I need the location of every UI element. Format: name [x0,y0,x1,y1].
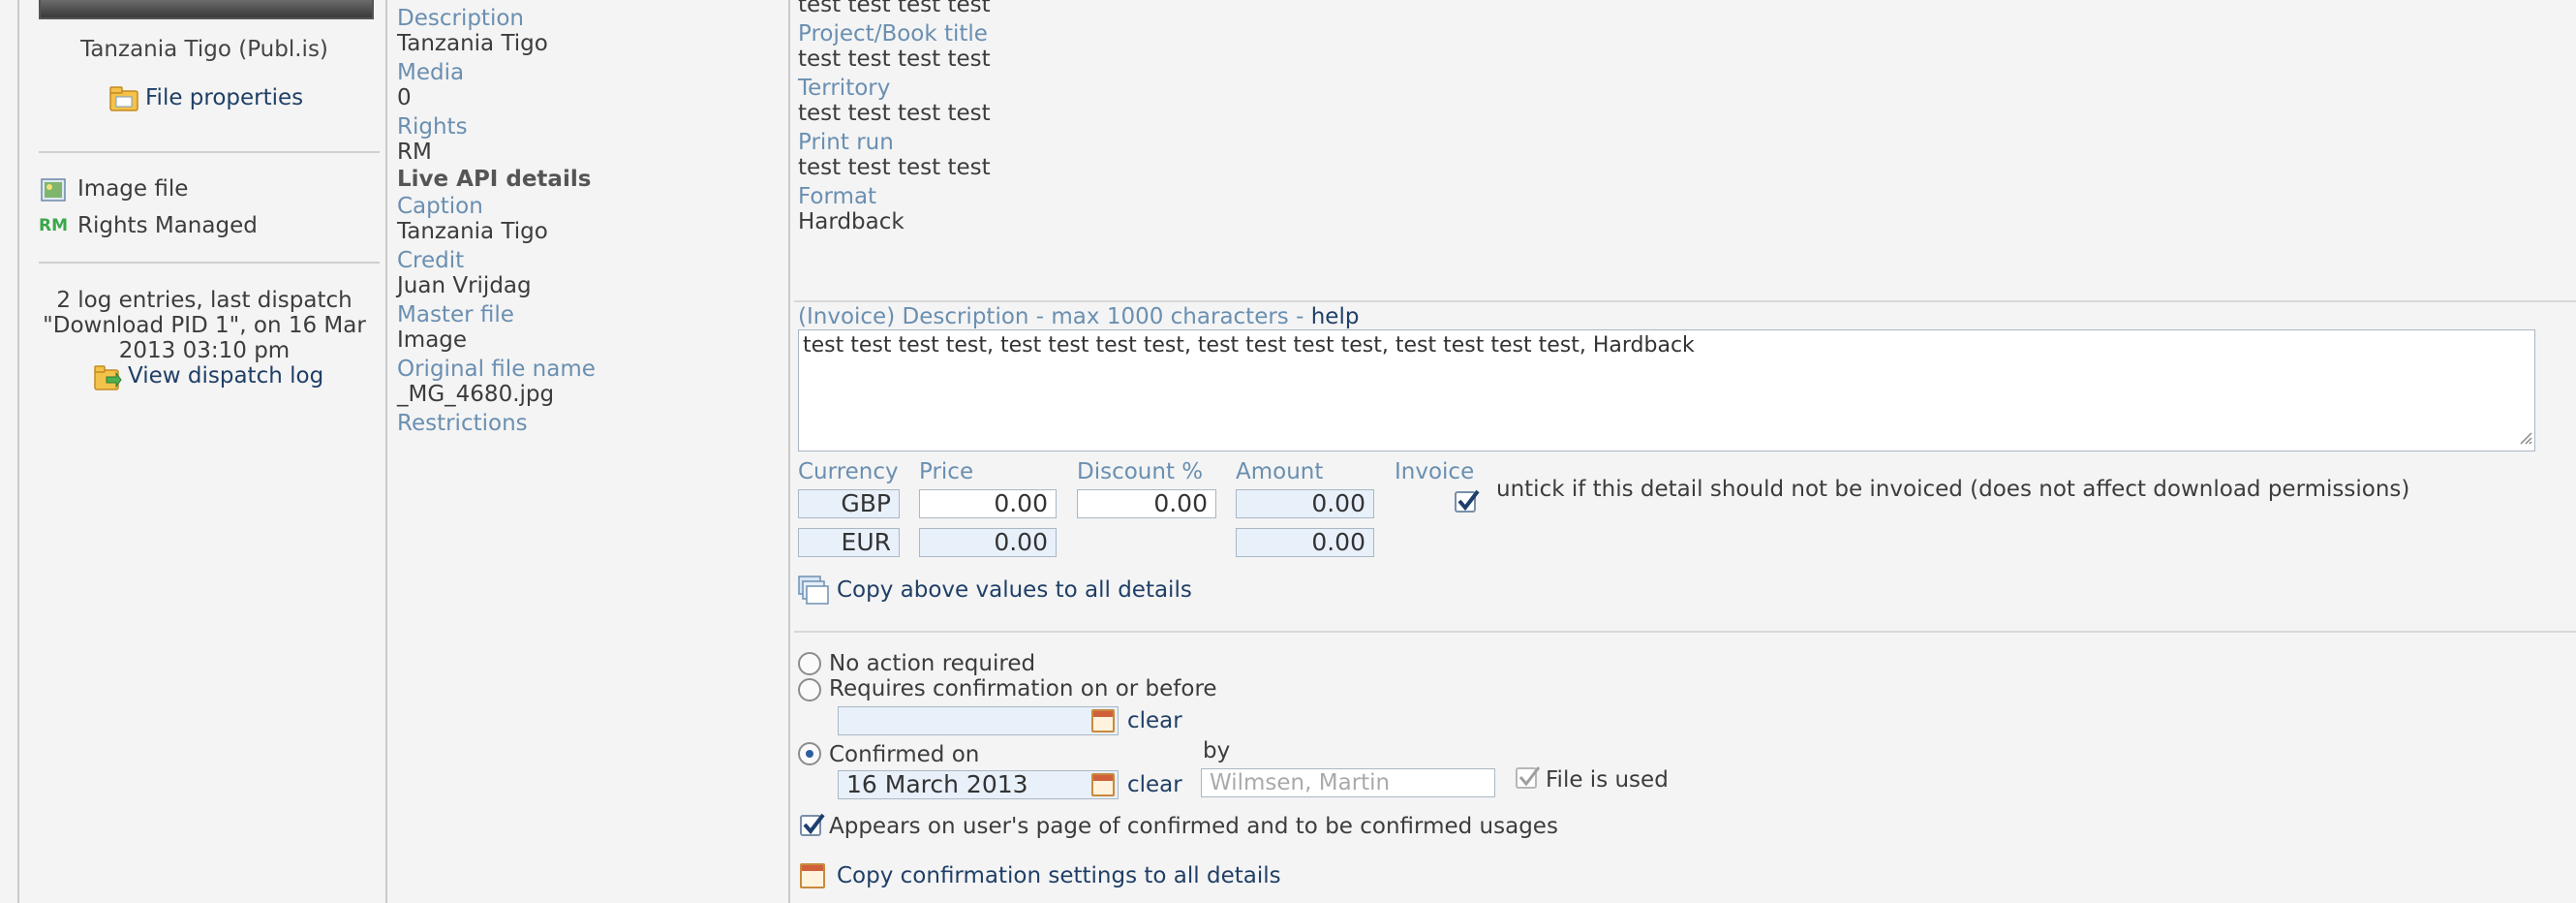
file-is-used-checkbox [1516,766,1541,789]
currency-header: Currency [798,459,899,484]
format-value: Hardback [798,209,905,234]
log-summary-line-3: 2013 03:10 pm [118,338,291,363]
copy-stack-icon [798,576,829,608]
rights-label: Rights [397,114,468,140]
master-file-value: Image [397,327,468,353]
caption-value: Tanzania Tigo [397,219,548,244]
price-eur-field: 0.00 [919,528,1057,557]
amount-gbp-field: 0.00 [1236,489,1374,518]
original-file-name-label: Original file name [397,357,596,382]
currency-gbp-field: GBP [798,489,900,518]
middle-right-border [788,0,790,903]
view-dispatch-log-label[interactable]: View dispatch log [128,363,323,389]
live-api-heading: Live API details [397,167,592,192]
thumbnail-image[interactable] [39,0,374,19]
format-label: Format [798,184,877,209]
copy-values-label[interactable]: Copy above values to all details [837,577,1192,603]
left-border [17,0,19,903]
project-title-label: Project/Book title [798,21,988,47]
invoice-description-header: (Invoice) Description - max 1000 charact… [798,304,1359,329]
discount-header: Discount % [1077,459,1204,484]
log-summary-line-2: "Download PID 1", on 16 Mar [43,313,366,338]
media-value: 0 [397,85,412,110]
confirmed-on-label: Confirmed on [829,742,980,767]
image-icon [41,178,66,205]
no-action-radio[interactable] [798,652,821,675]
caption-label: Caption [397,194,483,219]
clear-confirmed-date-link[interactable]: clear [1127,772,1182,797]
calendar-icon[interactable] [1091,709,1115,732]
amount-eur-field: 0.00 [1236,528,1374,557]
invoice-header: Invoice [1395,459,1475,484]
territory-value: test test test test [798,101,991,126]
invoice-description-text: test test test test, test test test test… [803,333,1695,358]
discount-input[interactable]: 0.00 [1077,489,1216,518]
calendar-icon[interactable] [1091,773,1115,796]
project-title-value: test test test test [798,47,991,72]
invoice-checkbox[interactable] [1455,489,1480,513]
by-label: by [1203,738,1231,763]
folder-icon [108,83,139,116]
file-is-used-label: File is used [1546,767,1669,793]
print-run-value: test test test test [798,155,991,180]
clear-requires-date-link[interactable]: clear [1127,708,1182,733]
master-file-label: Master file [397,302,514,327]
thumbnail-caption: Tanzania Tigo (Publ.is) [80,37,328,62]
right-divider-2 [794,631,2576,633]
appears-on-page-label: Appears on user's page of confirmed and … [829,814,1558,839]
restrictions-label: Restrictions [397,411,528,436]
requires-confirmation-radio[interactable] [798,678,821,701]
confirmed-date-input[interactable]: 16 March 2013 [838,770,1119,799]
print-run-label: Print run [798,130,894,155]
image-file-label: Image file [77,176,189,202]
invoice-description-textarea[interactable]: test test test test, test test test test… [798,329,2535,452]
confirmed-on-radio[interactable] [798,742,821,765]
help-link[interactable]: help [1311,304,1360,329]
price-gbp-input[interactable]: 0.00 [919,489,1057,518]
appears-on-page-checkbox[interactable] [800,813,825,836]
rights-value: RM [397,140,432,165]
resize-handle-icon[interactable] [2517,429,2532,449]
credit-value: Juan Vrijdag [397,273,532,298]
right-divider-1 [794,300,2576,302]
top-field-value: test test test test [798,0,991,17]
left-middle-border [385,0,387,903]
credit-label: Credit [397,248,465,273]
invoice-description-label: (Invoice) Description - max 1000 charact… [798,304,1311,329]
invoice-note: untick if this detail should not be invo… [1496,477,2410,502]
left-divider-1 [39,151,380,153]
amount-header: Amount [1236,459,1324,484]
price-header: Price [919,459,974,484]
left-divider-2 [39,262,380,264]
no-action-label: No action required [829,651,1036,676]
currency-eur-field: EUR [798,528,900,557]
description-value: Tanzania Tigo [397,31,548,56]
calendar-icon [800,863,825,888]
file-properties-label[interactable]: File properties [145,85,303,110]
description-label: Description [397,6,524,31]
requires-confirmation-label: Requires confirmation on or before [829,676,1217,701]
dispatch-log-icon [93,363,122,396]
confirmed-by-input[interactable]: Wilmsen, Martin [1201,768,1495,797]
log-summary-line-1: 2 log entries, last dispatch [56,288,353,313]
rights-managed-label: Rights Managed [77,213,258,238]
media-label: Media [397,60,465,85]
copy-confirmation-label[interactable]: Copy confirmation settings to all detail… [837,863,1281,888]
territory-label: Territory [798,76,891,101]
original-file-name-value: _MG_4680.jpg [397,382,555,407]
requires-date-input[interactable] [838,706,1119,735]
rm-badge-icon: RM [39,216,69,235]
